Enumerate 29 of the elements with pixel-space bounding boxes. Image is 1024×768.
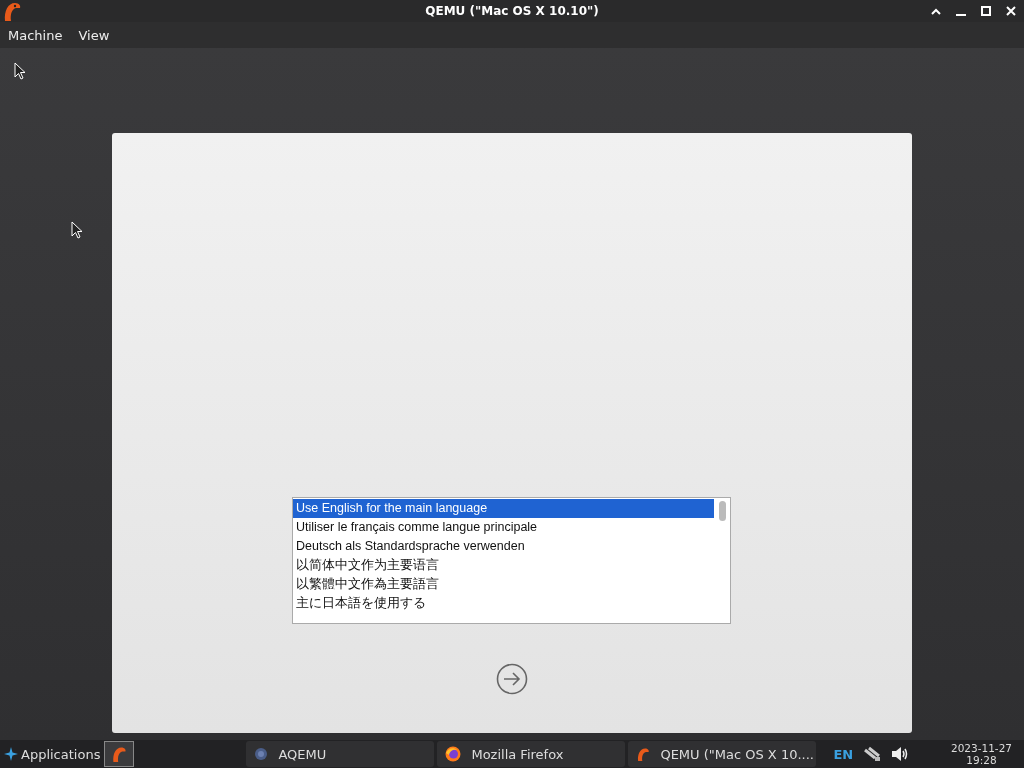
- close-icon[interactable]: [1006, 6, 1016, 16]
- language-option[interactable]: Deutsch als Standardsprache verwenden: [293, 537, 714, 556]
- volume-icon[interactable]: [891, 746, 910, 762]
- star-icon: [4, 747, 18, 761]
- globe-icon: [254, 747, 269, 761]
- maximize-icon[interactable]: [981, 6, 991, 16]
- bird-icon: [636, 746, 651, 762]
- cursor-icon: [71, 221, 83, 239]
- launcher-button[interactable]: [104, 741, 135, 767]
- bird-icon: [111, 745, 128, 763]
- fox-globe-icon: [445, 746, 462, 762]
- language-option[interactable]: 以简体中文作为主要语言: [293, 556, 714, 575]
- applications-menu[interactable]: Applications: [0, 740, 105, 768]
- task-button[interactable]: AQEMU: [246, 741, 435, 767]
- language-option[interactable]: 以繁體中文作為主要語言: [293, 575, 714, 594]
- cursor-icon: [14, 62, 26, 80]
- language-option[interactable]: Utiliser le français comme langue principale: [293, 518, 714, 537]
- network-icon[interactable]: [863, 746, 882, 762]
- clock-time: 19:28: [966, 754, 997, 766]
- chevron-up-icon[interactable]: [931, 7, 941, 15]
- language-option[interactable]: Use English for the main language: [293, 499, 714, 518]
- window-title: QEMU ("Mac OS X 10.10"): [425, 4, 599, 18]
- menu-item[interactable]: View: [78, 27, 110, 43]
- task-button[interactable]: Mozilla Firefox: [437, 741, 626, 767]
- language-option[interactable]: 主に日本語を使用する: [293, 594, 714, 613]
- keyboard-layout[interactable]: EN: [833, 746, 854, 762]
- clock-date: 2023-11-27: [950, 742, 1012, 754]
- task-button[interactable]: QEMU ("Mac OS X 10....: [628, 741, 817, 767]
- menu-item[interactable]: Machine: [8, 27, 63, 43]
